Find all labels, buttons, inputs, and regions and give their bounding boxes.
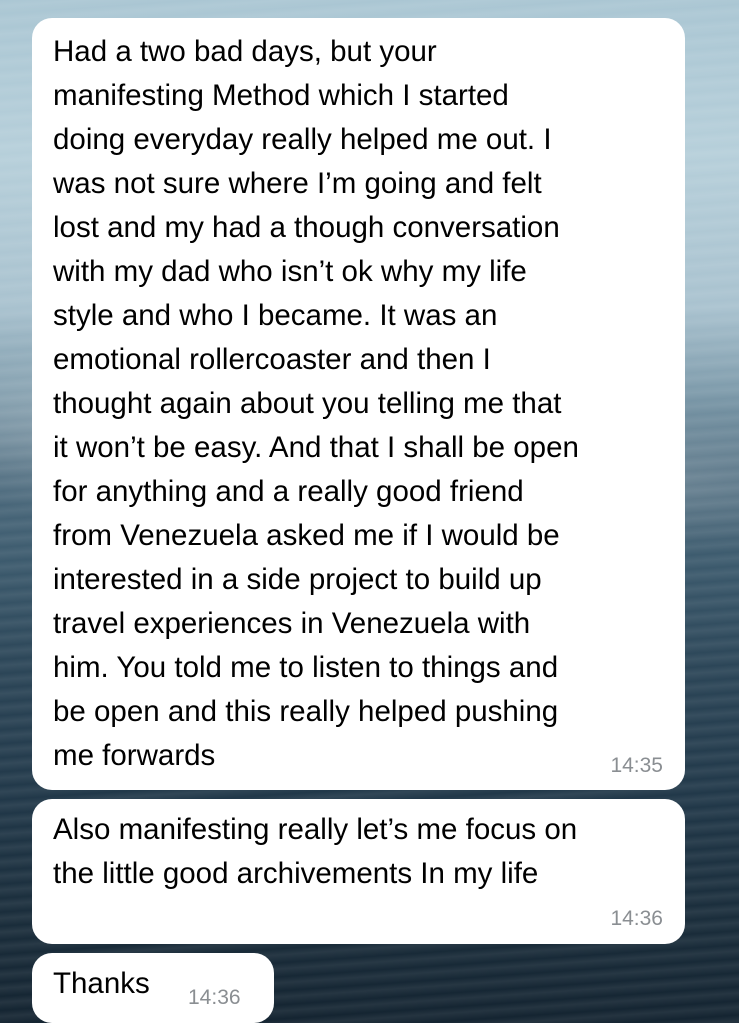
message-text: Had a two bad days, but your manifesting… [53, 35, 579, 772]
message-bubble[interactable]: Also manifesting really let’s me focus o… [32, 799, 685, 944]
message-bubble[interactable]: Thanks 14:36 [32, 953, 274, 1023]
message-timestamp: 14:36 [188, 986, 241, 1009]
message-timestamp: 14:35 [610, 754, 663, 777]
message-text: Also manifesting really let’s me focus o… [53, 813, 578, 890]
message-text: Thanks [53, 967, 150, 1000]
message-timestamp: 14:36 [610, 907, 663, 930]
message-bubble[interactable]: Had a two bad days, but your manifesting… [32, 18, 685, 790]
